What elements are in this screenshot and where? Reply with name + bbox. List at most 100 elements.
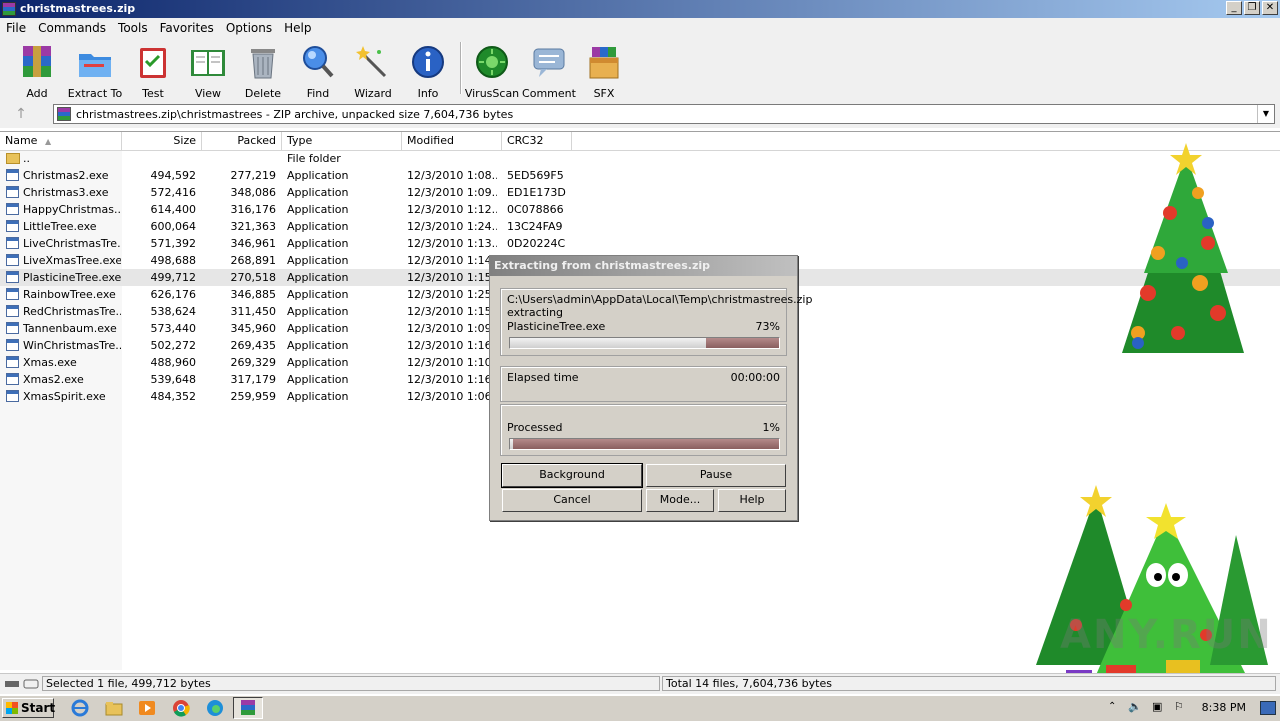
chrome-icon[interactable] (171, 699, 191, 717)
table-row[interactable]: LittleTree.exe 600,064 321,363 Application 1… (0, 218, 1280, 235)
cell-type: Application (287, 169, 349, 182)
restore-button[interactable]: ❐ (1244, 1, 1260, 15)
extract-progress-dialog: Extracting from christmastrees.zip C:\Us… (489, 255, 812, 521)
network-icon[interactable]: ▣ (1152, 700, 1162, 713)
column-header-modified[interactable]: Modified (402, 132, 502, 150)
clock[interactable]: 8:38 PM (1202, 701, 1246, 714)
executable-file-icon (6, 203, 19, 215)
cell-size: 502,272 (150, 339, 197, 352)
cell-name: LiveXmasTree.exe (23, 254, 121, 267)
cell-type: Application (287, 288, 349, 301)
cell-name: HappyChristmas.... (23, 203, 121, 216)
pause-button[interactable]: Pause (646, 464, 786, 487)
up-arrow-icon[interactable]: ↑ (12, 106, 30, 122)
view-button[interactable]: View (180, 44, 236, 100)
cell-type: Application (287, 186, 349, 199)
sfx-button[interactable]: SFX (576, 44, 632, 100)
cell-packed: 317,179 (230, 373, 277, 386)
cell-type: Application (287, 220, 349, 233)
cell-size: 499,712 (150, 271, 197, 284)
extract-to-button[interactable]: Extract To (67, 44, 123, 100)
delete-button[interactable]: Delete (235, 44, 291, 100)
elapsed-group: Elapsed time 00:00:00 (500, 366, 787, 402)
cell-packed: 259,959 (230, 390, 277, 403)
column-name-label: Name (5, 134, 38, 147)
address-bar: ↑ christmastrees.zip\christmastrees - ZI… (0, 100, 1280, 128)
test-icon (135, 44, 171, 80)
comment-button[interactable]: Comment (521, 44, 577, 100)
show-desktop-icon[interactable] (1260, 701, 1276, 715)
table-row[interactable]: LiveChristmasTre... 571,392 346,961 Applica… (0, 235, 1280, 252)
help-button[interactable]: Help (718, 489, 786, 512)
cell-name: Christmas2.exe (23, 169, 109, 182)
edge-icon[interactable] (205, 699, 225, 717)
winrar-taskbar-button[interactable] (233, 697, 263, 719)
extract-to-label: Extract To (67, 87, 123, 100)
list-header: Name ▲ Size Packed Type Modified CRC32 (0, 132, 1280, 151)
column-header-name[interactable]: Name ▲ (0, 132, 122, 150)
winrar-icon[interactable] (2, 2, 16, 16)
show-hidden-icons-icon[interactable]: ⌃ (1108, 701, 1116, 712)
add-button[interactable]: Add (9, 44, 65, 100)
menu-options[interactable]: Options (220, 18, 278, 38)
explorer-folder-icon[interactable] (104, 699, 124, 717)
executable-file-icon (6, 339, 19, 351)
close-button[interactable]: ✕ (1262, 1, 1278, 15)
table-row[interactable]: Christmas3.exe 572,416 348,086 Application 1… (0, 184, 1280, 201)
info-button[interactable]: Info (400, 44, 456, 100)
address-field[interactable]: christmastrees.zip\christmastrees - ZIP … (53, 104, 1275, 124)
table-row[interactable]: HappyChristmas.... 614,400 316,176 Applicat… (0, 201, 1280, 218)
menu-file[interactable]: File (0, 18, 32, 38)
start-button[interactable]: Start (2, 698, 56, 718)
minimize-button[interactable]: _ (1226, 1, 1242, 15)
executable-file-icon (6, 390, 19, 402)
cell-packed: 277,219 (230, 169, 277, 182)
status-total: Total 14 files, 7,604,736 bytes (662, 676, 1276, 691)
column-header-packed[interactable]: Packed (202, 132, 282, 150)
media-player-icon[interactable] (137, 699, 157, 717)
start-label: Start (21, 701, 56, 715)
cell-name: Xmas2.exe (23, 373, 84, 386)
folder-up-icon (6, 153, 20, 164)
mode-button[interactable]: Mode... (646, 489, 714, 512)
cell-modified: 12/3/2010 1:24... (407, 220, 497, 233)
menu-tools[interactable]: Tools (112, 18, 154, 38)
cell-size: 571,392 (150, 237, 197, 250)
menu-help[interactable]: Help (278, 18, 317, 38)
cell-modified: 12/3/2010 1:15. (407, 305, 496, 318)
column-header-type[interactable]: Type (282, 132, 402, 150)
wizard-label: Wizard (354, 87, 392, 100)
dialog-title[interactable]: Extracting from christmastrees.zip (490, 256, 797, 276)
dropdown-arrow-icon[interactable]: ▼ (1257, 105, 1274, 123)
executable-file-icon (6, 220, 19, 232)
cell-name: .. (23, 152, 30, 165)
column-header-crc32[interactable]: CRC32 (502, 132, 572, 150)
virus-scan-icon (474, 44, 510, 80)
test-button[interactable]: Test (125, 44, 181, 100)
column-header-size[interactable]: Size (122, 132, 202, 150)
menu-commands[interactable]: Commands (32, 18, 112, 38)
christmas-tree-image (1122, 143, 1244, 353)
volume-icon[interactable]: 🔈 (1128, 700, 1142, 713)
table-row[interactable]: .. File folder (0, 150, 1280, 167)
cell-name: Tannenbaum.exe (23, 322, 117, 335)
virusscan-button[interactable]: VirusScan (464, 44, 520, 100)
menu-favorites[interactable]: Favorites (154, 18, 220, 38)
action-center-flag-icon[interactable]: ⚐ (1174, 700, 1184, 713)
ie-icon[interactable] (70, 699, 90, 717)
background-button[interactable]: Background (501, 463, 643, 488)
wizard-button[interactable]: Wizard (345, 44, 401, 100)
comment-icon (531, 44, 567, 80)
cell-crc: 0D20224C (507, 237, 566, 250)
address-path: christmastrees.zip\christmastrees - ZIP … (76, 108, 514, 121)
cell-type: Application (287, 237, 349, 250)
cell-size: 573,440 (150, 322, 197, 335)
toolbar: Add Extract To Test View Delete Find Wiz… (0, 38, 1280, 100)
view-label: View (194, 87, 222, 100)
processed-progress-bar (509, 438, 780, 450)
cancel-button[interactable]: Cancel (502, 489, 642, 512)
title-bar: christmastrees.zip _ ❐ ✕ (0, 0, 1280, 18)
find-button[interactable]: Find (290, 44, 346, 100)
cell-type: Application (287, 339, 349, 352)
table-row[interactable]: Christmas2.exe 494,592 277,219 Application 1… (0, 167, 1280, 184)
